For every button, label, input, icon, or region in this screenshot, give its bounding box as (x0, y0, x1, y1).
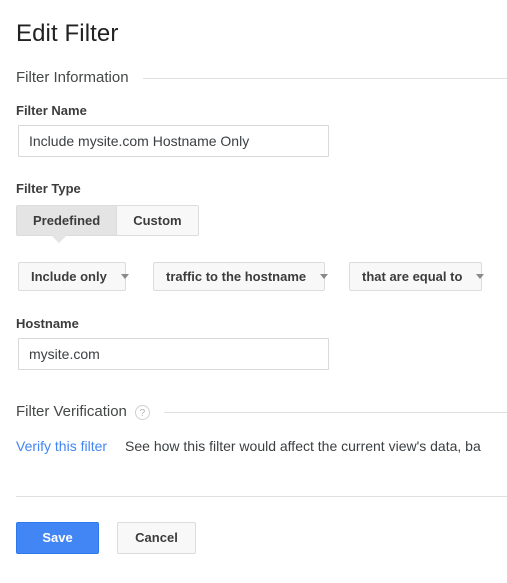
filter-verification-row: Verify this filter See how this filter w… (16, 438, 507, 454)
verify-this-filter-link[interactable]: Verify this filter (16, 438, 107, 454)
section-header-filter-verification: Filter Verification ? (16, 402, 507, 422)
section-title-filter-verification: Filter Verification (16, 403, 127, 420)
save-button[interactable]: Save (16, 522, 99, 554)
footer-divider (16, 496, 507, 497)
tab-custom[interactable]: Custom (117, 206, 198, 235)
filter-operator-dropdown[interactable]: that are equal to (349, 262, 485, 291)
filter-field-dropdown[interactable]: traffic to the hostname (153, 262, 329, 291)
chevron-down-icon (320, 274, 329, 279)
section-header-filter-information: Filter Information (16, 68, 507, 88)
filter-field-dropdown-value: traffic to the hostname (166, 269, 307, 284)
chevron-down-icon (476, 274, 485, 279)
page-title: Edit Filter (16, 20, 119, 47)
filter-action-dropdown-value: Include only (31, 269, 107, 284)
hostname-label: Hostname (16, 316, 79, 331)
section-title-filter-information: Filter Information (16, 69, 129, 86)
filter-name-input[interactable] (18, 125, 329, 157)
cancel-button[interactable]: Cancel (117, 522, 196, 554)
tab-predefined[interactable]: Predefined (17, 206, 118, 235)
filter-type-label: Filter Type (16, 181, 81, 196)
filter-type-tabs: Predefined Custom (16, 205, 199, 236)
filter-name-label: Filter Name (16, 103, 87, 118)
hostname-input[interactable] (18, 338, 329, 370)
verify-description: See how this filter would affect the cur… (125, 438, 481, 454)
chevron-down-icon (120, 274, 129, 279)
filter-operator-dropdown-value: that are equal to (362, 269, 463, 284)
filter-action-dropdown[interactable]: Include only (18, 262, 129, 291)
edit-filter-page: Edit Filter Filter Information Filter Na… (0, 0, 507, 583)
help-circle-icon[interactable]: ? (134, 404, 150, 420)
section-divider (163, 411, 507, 413)
section-divider (142, 77, 507, 79)
selected-tab-caret-icon (51, 235, 67, 243)
